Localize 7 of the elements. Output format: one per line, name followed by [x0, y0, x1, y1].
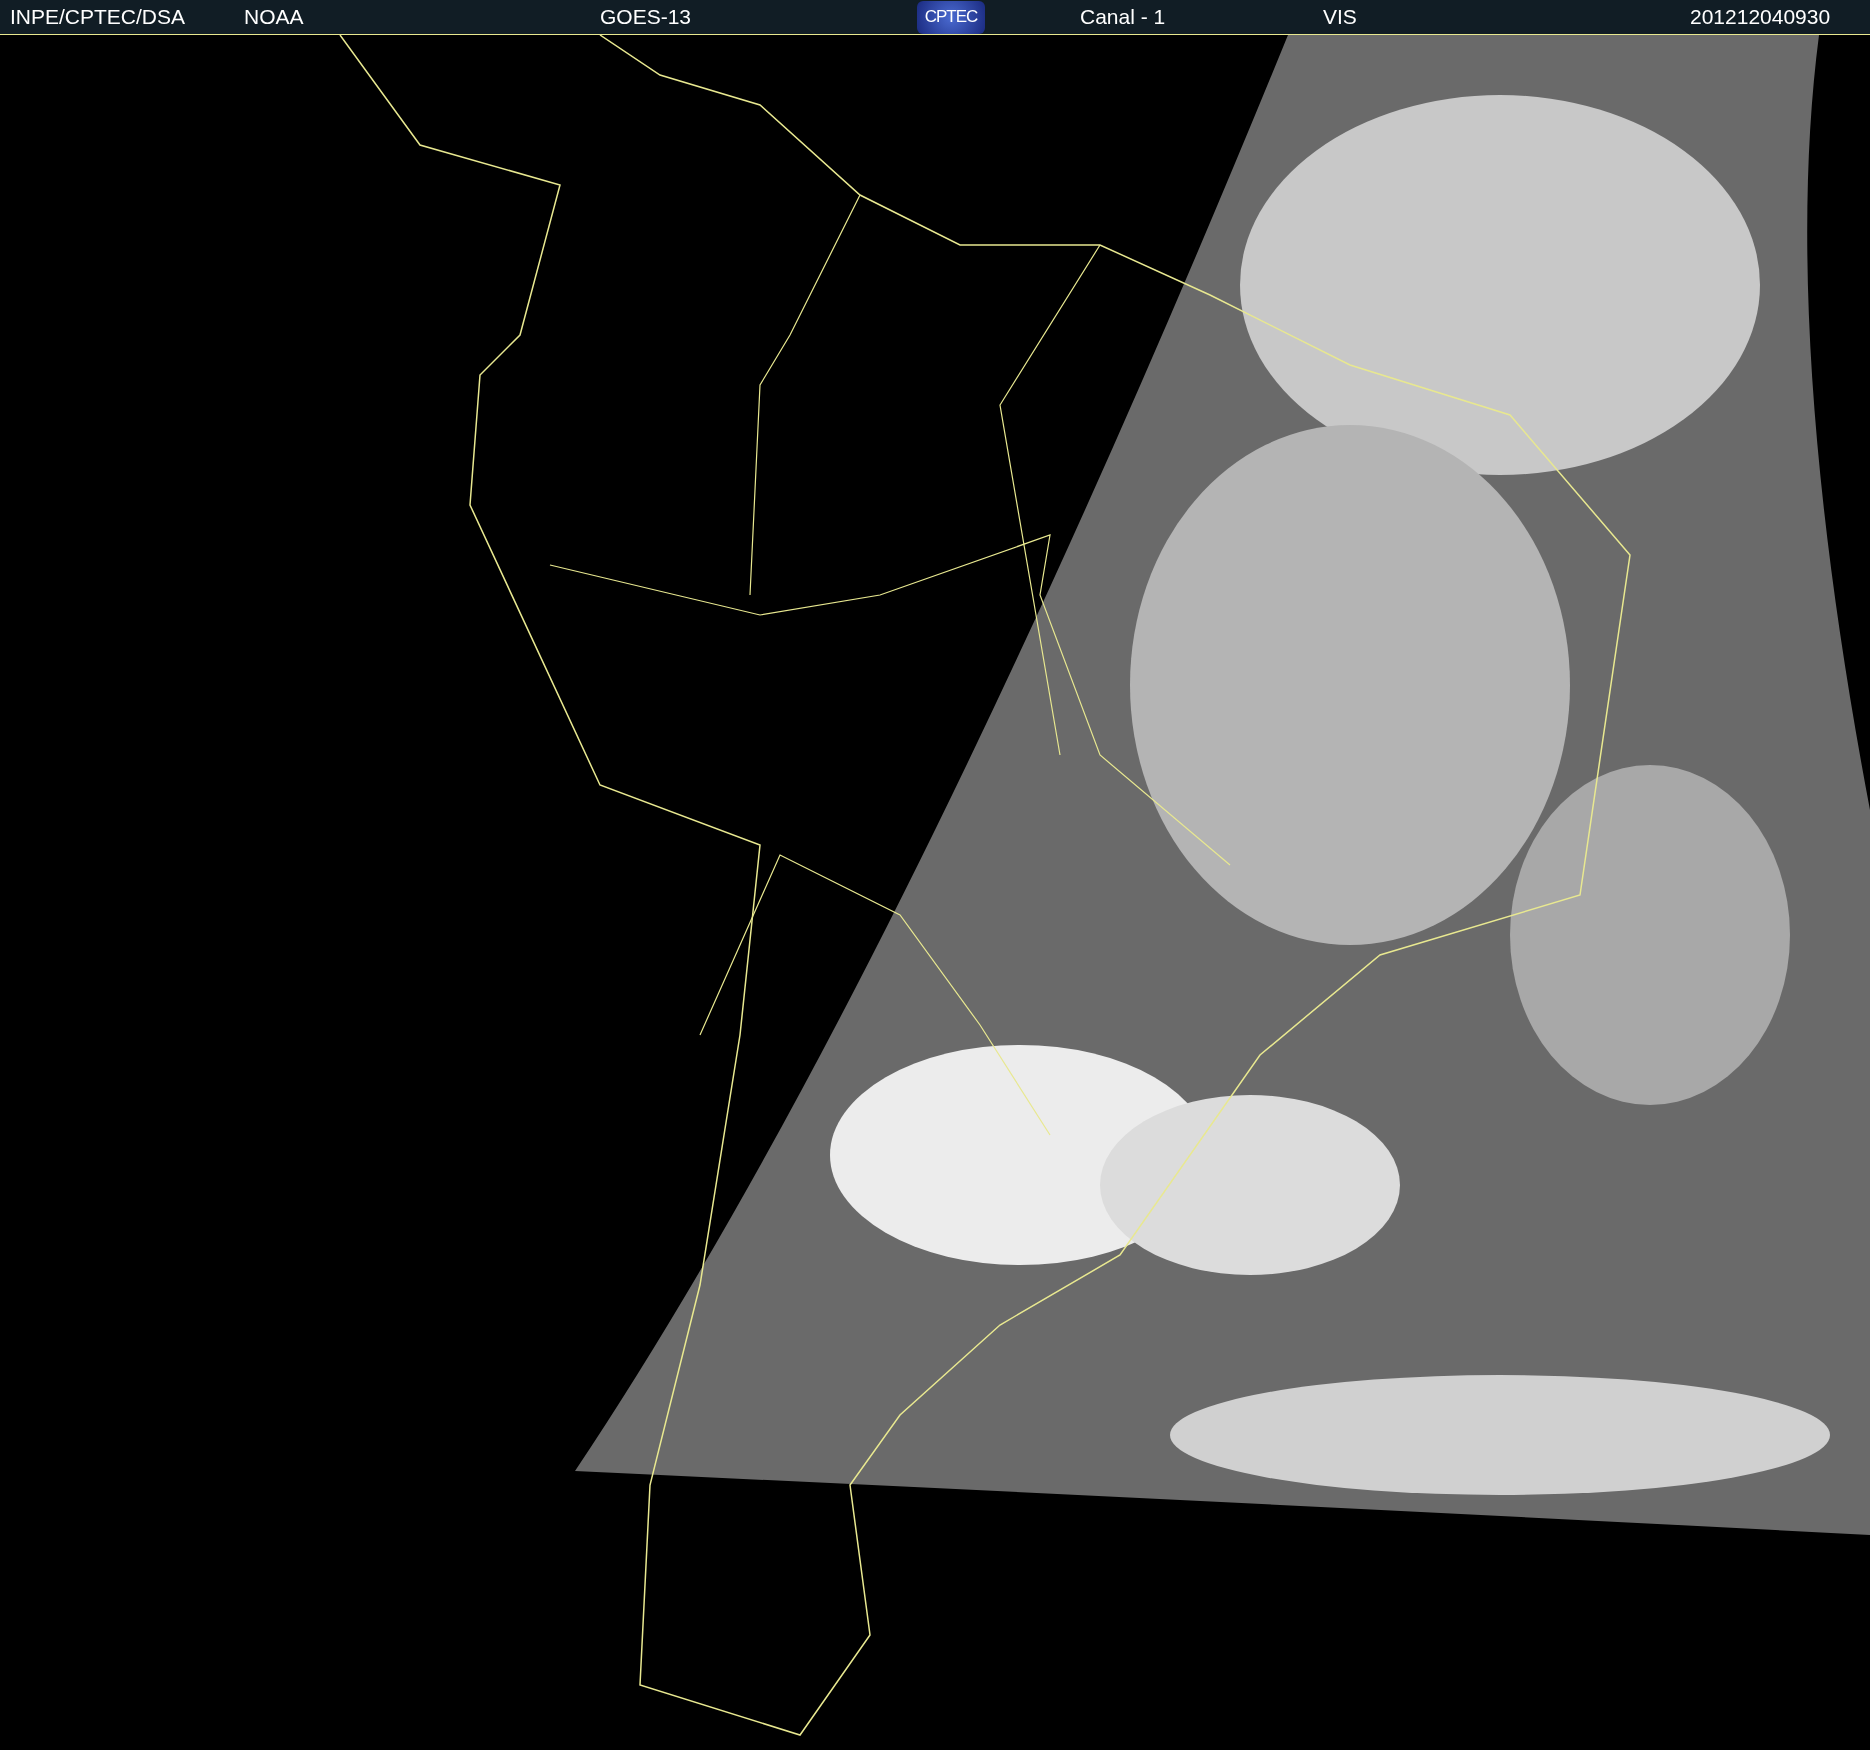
source-label: INPE/CPTEC/DSA — [10, 5, 187, 29]
satellite-label: GOES-13 — [600, 5, 693, 29]
band-label: VIS — [1323, 5, 1358, 29]
cptec-logo: CPTEC — [917, 0, 985, 34]
channel-label: Canal - 1 — [1080, 5, 1167, 29]
timestamp-label: 201212040930 — [1690, 5, 1831, 29]
agency-label: NOAA — [244, 5, 305, 29]
